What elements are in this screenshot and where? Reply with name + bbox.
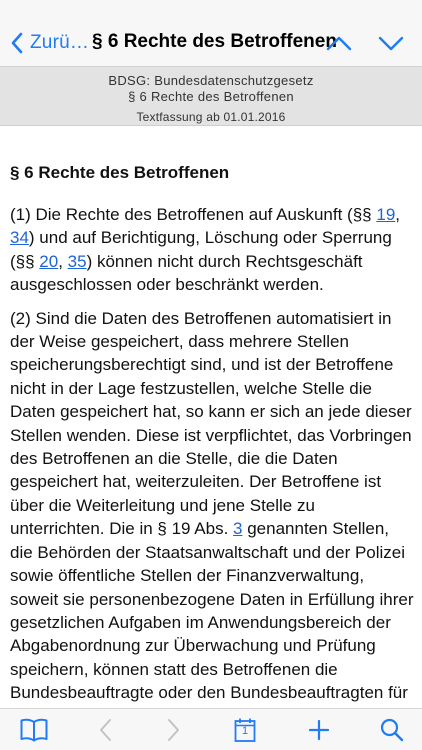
paragraph-text: (1) Die Rechte des Betroffenen auf Ausku… — [10, 205, 377, 224]
link-section-34[interactable]: 34 — [10, 228, 29, 247]
link-section-20[interactable]: 20 — [39, 252, 58, 271]
calendar-day-number: 1 — [241, 725, 249, 737]
next-section-button[interactable] — [377, 30, 405, 56]
chevron-up-icon — [326, 36, 352, 51]
back-button[interactable]: Zurü… — [10, 28, 89, 58]
back-history-button[interactable] — [91, 716, 121, 744]
law-info-header: BDSG: Bundesdatenschutzgesetz § 6 Rechte… — [0, 66, 422, 126]
plus-icon — [308, 719, 330, 741]
link-section-19[interactable]: 19 — [376, 205, 395, 224]
page-title: § 6 Rechte des Betroffenen — [92, 31, 337, 52]
section-heading: § 6 Rechte des Betroffenen — [10, 163, 230, 182]
paragraph-text: genannten Stellen, die Behörden der Staa… — [10, 519, 414, 708]
book-icon — [20, 718, 48, 742]
chevron-left-icon — [11, 32, 23, 54]
arrow-right-icon — [168, 719, 179, 741]
paragraph-1: (1) Die Rechte des Betroffenen auf Ausku… — [10, 203, 414, 297]
search-icon — [380, 718, 404, 742]
version-label: Textfassung ab 01.01.2016 — [136, 110, 286, 124]
link-absatz-3[interactable]: 3 — [233, 519, 242, 538]
paragraph-text: , — [58, 251, 68, 271]
paragraph-2: (2) Sind die Daten des Betroffenen autom… — [10, 307, 414, 708]
law-name: BDSG: Bundesdatenschutzgesetz — [108, 73, 314, 88]
link-section-35[interactable]: 35 — [68, 252, 87, 271]
add-button[interactable] — [304, 716, 334, 744]
forward-history-button[interactable] — [158, 716, 188, 744]
book-button[interactable] — [19, 716, 49, 744]
search-button[interactable] — [377, 716, 407, 744]
section-name: § 6 Rechte des Betroffenen — [128, 89, 294, 104]
paragraph-text: , — [395, 205, 401, 224]
bottom-toolbar: 1 — [0, 708, 422, 750]
law-text-content[interactable]: § 6 Rechte des Betroffenen (1) Die Recht… — [10, 126, 414, 708]
previous-section-button[interactable] — [325, 30, 353, 56]
calendar-button[interactable]: 1 — [230, 716, 260, 744]
chevron-down-icon — [378, 36, 404, 51]
back-button-label: Zurü… — [30, 32, 90, 53]
navigation-bar: Zurü… § 6 Rechte des Betroffenen — [0, 0, 422, 66]
arrow-left-icon — [100, 719, 111, 741]
paragraph-text: (2) Sind die Daten des Betroffenen autom… — [10, 308, 412, 539]
